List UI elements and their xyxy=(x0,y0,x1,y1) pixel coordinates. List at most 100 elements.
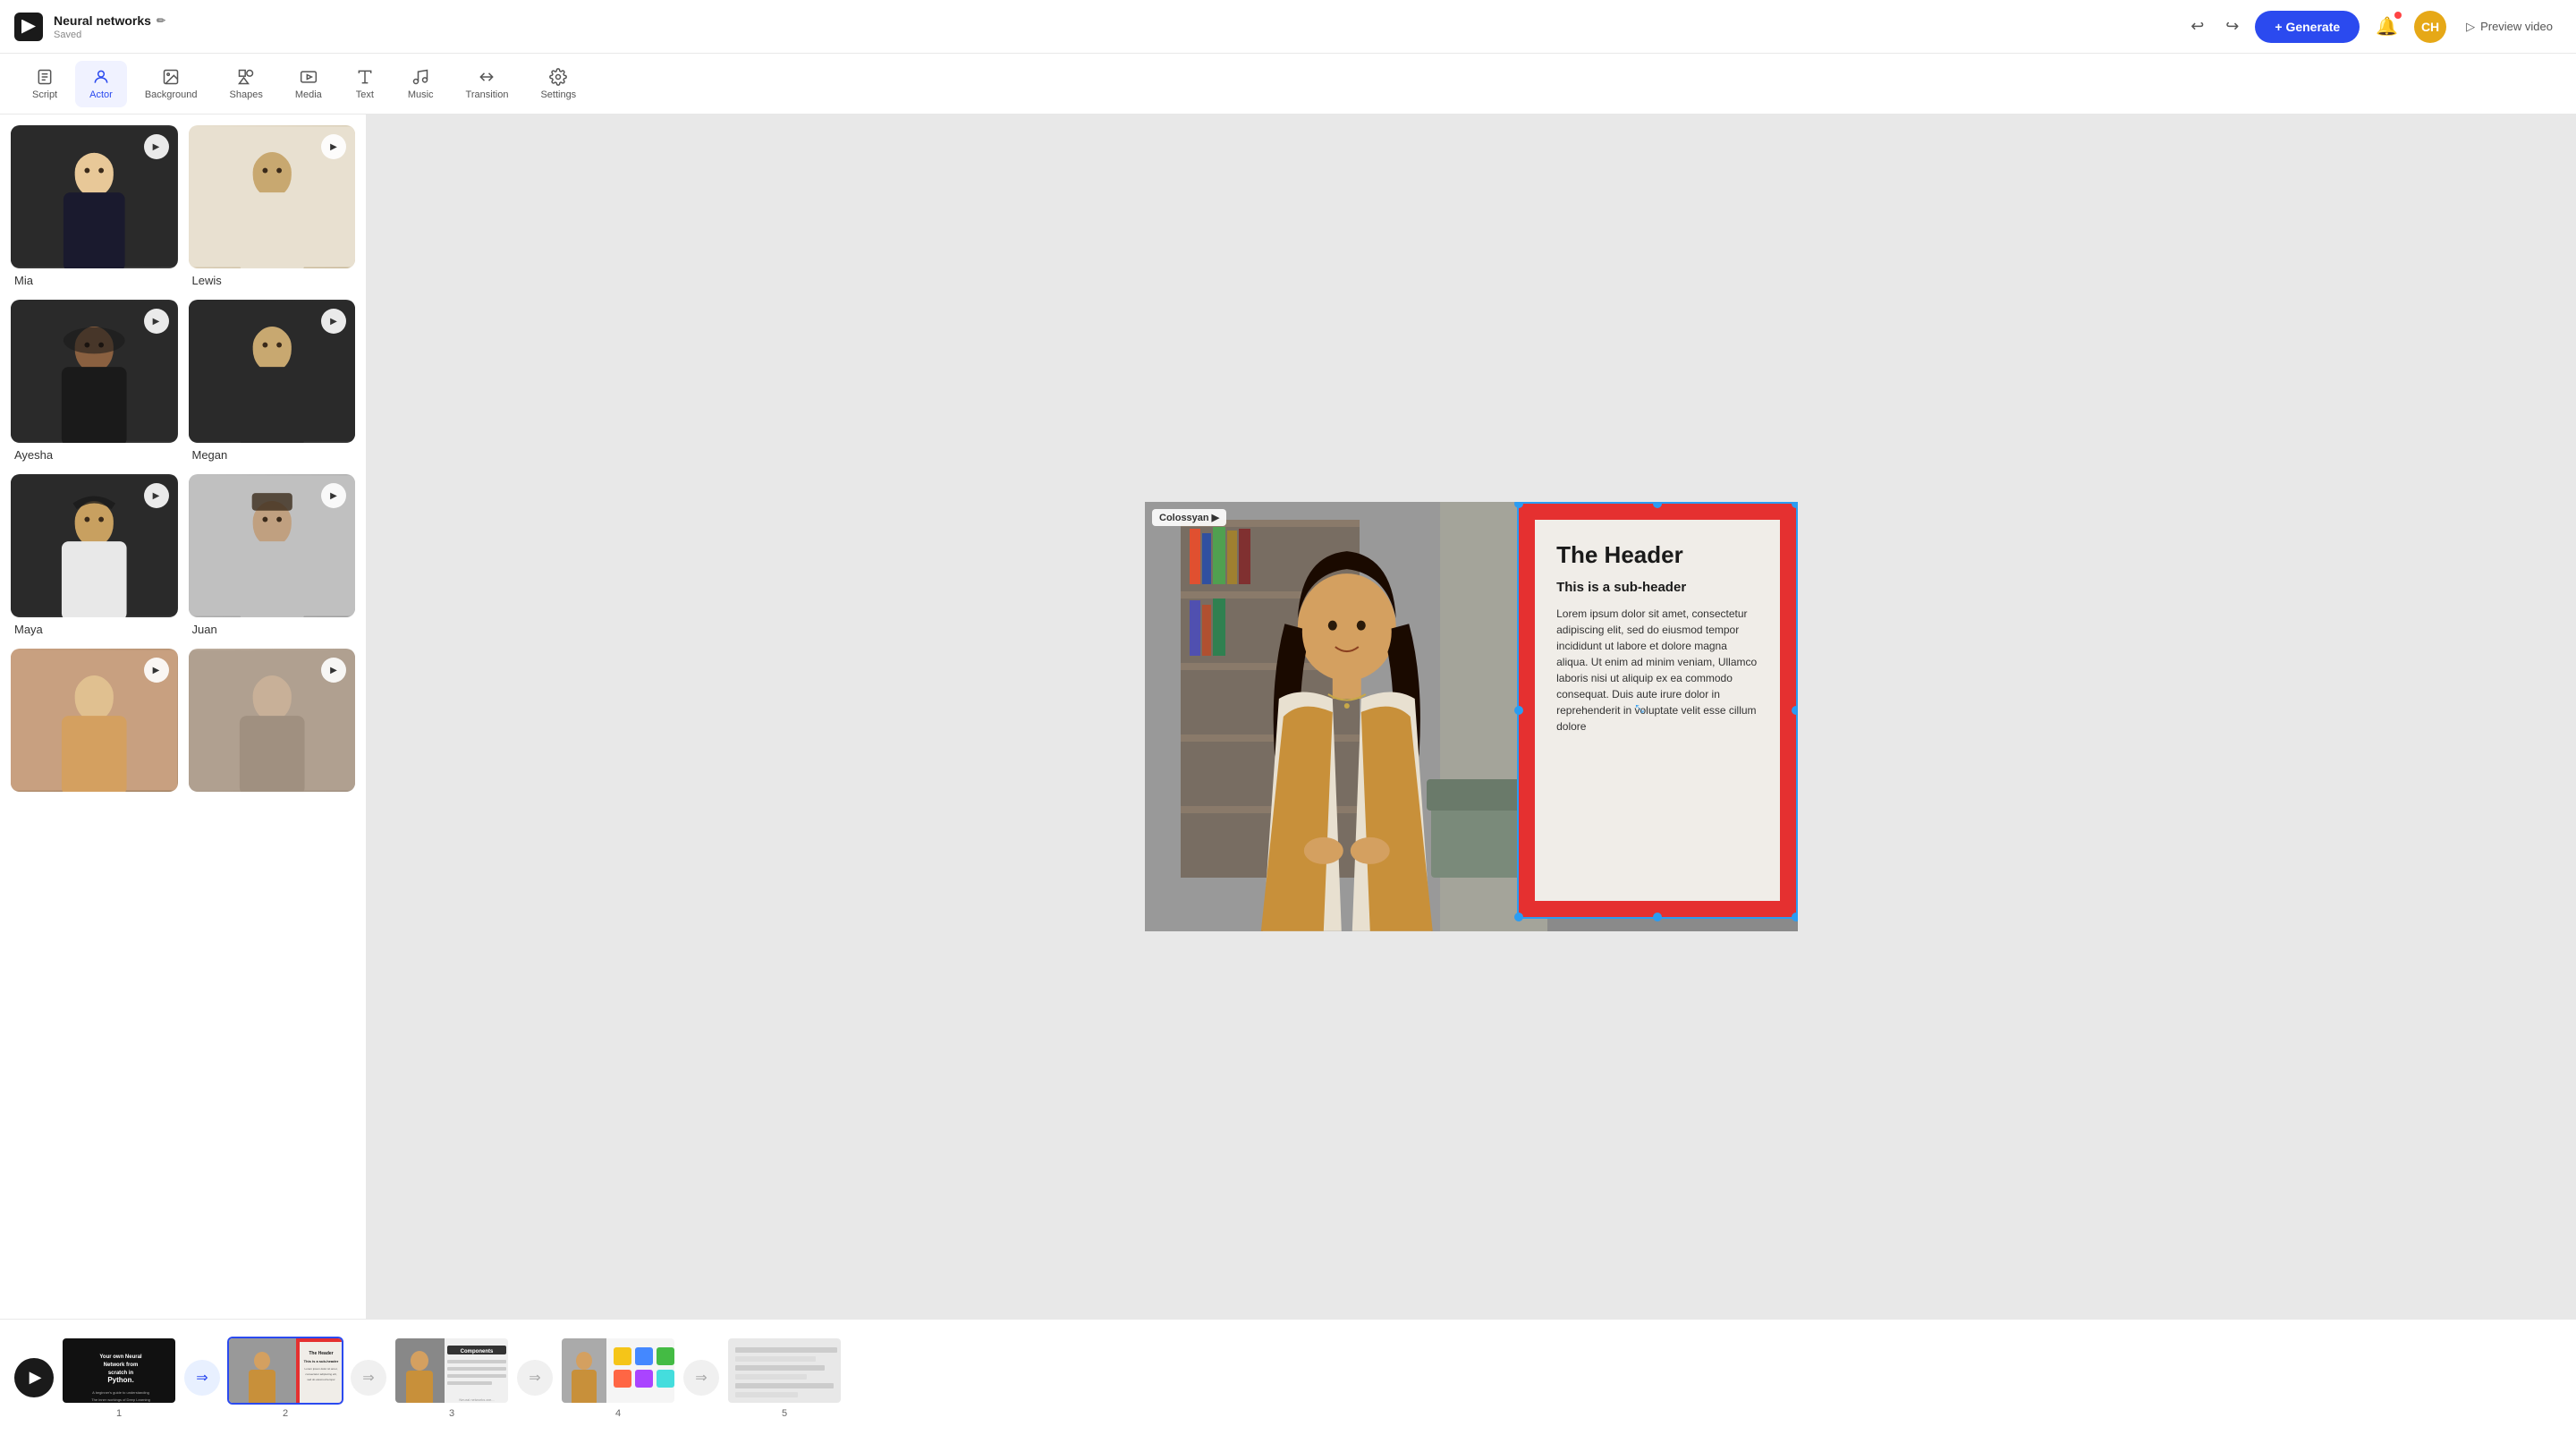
slide-thumbnail-4[interactable] xyxy=(560,1337,676,1405)
toolbar-media-label: Media xyxy=(295,89,322,100)
toolbar-shapes-label: Shapes xyxy=(230,89,263,100)
list-item[interactable]: ▶ Maya xyxy=(11,474,178,638)
toolbar-music-label: Music xyxy=(408,89,434,100)
actors-sidebar: ▶ Mia ▶ Lewis xyxy=(0,115,367,1319)
transition-button-2-3[interactable]: ⇒ xyxy=(351,1360,386,1396)
app-logo xyxy=(14,13,43,41)
user-avatar[interactable]: CH xyxy=(2414,11,2446,43)
slide-thumbnail-wrap-3: Components Neural networks are... 3 xyxy=(394,1337,510,1419)
canvas-area[interactable]: Colossyan ▶ The Header This is a sub-hea… xyxy=(367,115,2576,1319)
slide-num-2: 2 xyxy=(283,1408,288,1419)
svg-text:A beginner's guide to understa: A beginner's guide to understanding xyxy=(92,1390,149,1395)
slide-thumbnail-2[interactable]: The Header This is a sub-header Lorem ip… xyxy=(227,1337,343,1405)
toolbar: Script Actor Background Shapes Media Tex… xyxy=(0,54,2576,115)
media-icon xyxy=(300,68,318,86)
play-actor-button[interactable]: ▶ xyxy=(321,134,346,159)
list-item[interactable]: ▶ Mia xyxy=(11,125,178,289)
transition-button-3-4[interactable]: ⇒ xyxy=(517,1360,553,1396)
toolbar-item-media[interactable]: Media xyxy=(281,61,336,107)
resize-handle-bc[interactable] xyxy=(1653,913,1662,921)
play-actor-button[interactable]: ▶ xyxy=(321,483,346,508)
resize-handle-tc[interactable] xyxy=(1653,502,1662,508)
list-item[interactable]: ▶ Juan xyxy=(189,474,356,638)
play-actor-button[interactable]: ▶ xyxy=(144,658,169,683)
redo-button[interactable]: ↪ xyxy=(2220,12,2244,41)
toolbar-item-music[interactable]: Music xyxy=(394,61,448,107)
shapes-icon xyxy=(237,68,255,86)
toolbar-transition-label: Transition xyxy=(466,89,509,100)
transition-arrow-icon: ⇒ xyxy=(196,1369,208,1387)
preview-video-button[interactable]: ▷ Preview video xyxy=(2457,14,2562,39)
script-icon xyxy=(36,68,54,86)
text-icon xyxy=(356,68,374,86)
slide-num-1: 1 xyxy=(116,1408,122,1419)
slide-num-5: 5 xyxy=(782,1408,787,1419)
timeline-play-button[interactable]: ▶ xyxy=(14,1358,54,1397)
slide-thumbnail-5[interactable] xyxy=(726,1337,843,1405)
canvas-slide[interactable]: Colossyan ▶ The Header This is a sub-hea… xyxy=(1145,502,1798,931)
transition-button-4-5[interactable]: ⇒ xyxy=(683,1360,719,1396)
resize-handle-tr[interactable] xyxy=(1792,502,1798,508)
actor-name-ayesha: Ayesha xyxy=(11,443,178,463)
toolbar-item-text[interactable]: Text xyxy=(340,61,390,107)
list-item[interactable]: ▶ Ayesha xyxy=(11,300,178,463)
svg-text:The Header: The Header xyxy=(309,1351,333,1356)
actor-name-maya: Maya xyxy=(11,617,178,638)
transition-arrow-icon: ⇒ xyxy=(695,1369,707,1387)
svg-text:The inner workings of Deep Lea: The inner workings of Deep Learning xyxy=(91,1397,150,1402)
resize-handle-tl[interactable] xyxy=(1514,502,1523,508)
svg-text:sed do eiusmod tempor: sed do eiusmod tempor xyxy=(307,1378,335,1381)
list-item[interactable]: ▶ xyxy=(11,649,178,799)
main-area: ▶ Mia ▶ Lewis xyxy=(0,115,2576,1319)
project-info: Neural networks ✏ Saved xyxy=(54,13,165,40)
list-item[interactable]: ▶ xyxy=(189,649,356,799)
topbar: Neural networks ✏ Saved ↩ ↪ + Generate 🔔… xyxy=(0,0,2576,54)
actor-icon xyxy=(92,68,110,86)
toolbar-item-settings[interactable]: Settings xyxy=(526,61,590,107)
slide-num-3: 3 xyxy=(449,1408,454,1419)
slide-thumbnail-wrap-5: 5 xyxy=(726,1337,843,1419)
music-icon xyxy=(411,68,429,86)
toolbar-item-background[interactable]: Background xyxy=(131,61,212,107)
slide-actor-container xyxy=(1145,502,1550,931)
background-icon xyxy=(162,68,180,86)
slide-thumbnail-3[interactable]: Components Neural networks are... xyxy=(394,1337,510,1405)
resize-handle-ml[interactable] xyxy=(1514,706,1523,715)
svg-text:consectetur adipiscing elit,: consectetur adipiscing elit, xyxy=(305,1372,336,1376)
edit-project-icon[interactable]: ✏ xyxy=(157,14,165,27)
slide-thumbnail-wrap-4: 4 xyxy=(560,1337,676,1419)
play-actor-button[interactable]: ▶ xyxy=(144,134,169,159)
svg-text:Components: Components xyxy=(461,1349,494,1354)
transition-arrow-icon: ⇒ xyxy=(362,1369,374,1387)
toolbar-item-shapes[interactable]: Shapes xyxy=(216,61,277,107)
toolbar-item-script[interactable]: Script xyxy=(18,61,72,107)
play-actor-button[interactable]: ▶ xyxy=(144,309,169,334)
toolbar-item-transition[interactable]: Transition xyxy=(452,61,523,107)
transition-button-1-2[interactable]: ⇒ xyxy=(184,1360,220,1396)
slide-num-4: 4 xyxy=(615,1408,621,1419)
list-item[interactable]: ▶ Megan xyxy=(189,300,356,463)
toolbar-item-actor[interactable]: Actor xyxy=(75,61,127,107)
undo-button[interactable]: ↩ xyxy=(2185,12,2209,41)
notifications-button[interactable]: 🔔 xyxy=(2370,10,2403,43)
transition-icon xyxy=(478,68,496,86)
text-box-selection[interactable]: ⤡ xyxy=(1517,502,1798,919)
svg-text:Network from: Network from xyxy=(104,1363,139,1368)
actor-name-extra1 xyxy=(11,792,178,799)
resize-handle-br[interactable] xyxy=(1792,913,1798,921)
timeline: ▶ Your own Neural Network from scratch i… xyxy=(0,1319,2576,1435)
play-actor-button[interactable]: ▶ xyxy=(144,483,169,508)
generate-button[interactable]: + Generate xyxy=(2255,11,2360,43)
resize-handle-mr[interactable] xyxy=(1792,706,1798,715)
canvas-wrap: Colossyan ▶ The Header This is a sub-hea… xyxy=(1145,502,1798,931)
play-actor-button[interactable]: ▶ xyxy=(321,658,346,683)
project-status: Saved xyxy=(54,30,165,40)
toolbar-text-label: Text xyxy=(356,89,374,100)
toolbar-background-label: Background xyxy=(145,89,198,100)
resize-handle-bl[interactable] xyxy=(1514,913,1523,921)
list-item[interactable]: ▶ Lewis xyxy=(189,125,356,289)
actor-name-mia: Mia xyxy=(11,268,178,289)
slide-thumbnail-wrap-1: Your own Neural Network from scratch in … xyxy=(61,1337,177,1419)
play-actor-button[interactable]: ▶ xyxy=(321,309,346,334)
slide-thumbnail-1[interactable]: Your own Neural Network from scratch in … xyxy=(61,1337,177,1405)
